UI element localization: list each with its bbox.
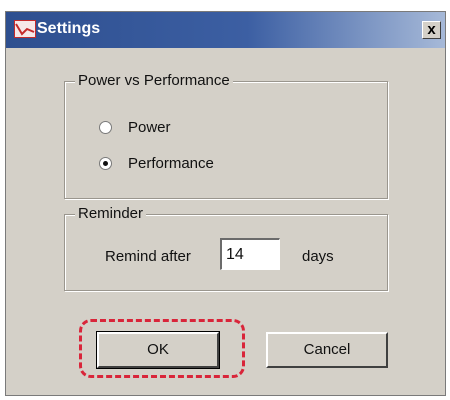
cancel-button[interactable]: Cancel [266, 332, 388, 368]
radio-label-power: Power [128, 119, 171, 136]
title-bar[interactable]: Settings x [6, 12, 445, 48]
chart-icon [14, 20, 36, 38]
radio-circle-performance[interactable] [99, 157, 112, 170]
days-label: days [302, 248, 334, 265]
group-label-power-performance: Power vs Performance [75, 72, 233, 89]
remind-days-input[interactable] [220, 238, 280, 270]
radio-circle-power[interactable] [99, 121, 112, 134]
close-button[interactable]: x [422, 21, 441, 39]
dialog-title: Settings [37, 20, 101, 37]
radio-label-performance: Performance [128, 155, 214, 172]
remind-after-label: Remind after [105, 248, 191, 265]
power-performance-group: Power vs Performance Power Performance [64, 72, 388, 199]
reminder-group: Reminder Remind after days [64, 205, 388, 291]
group-label-reminder: Reminder [75, 205, 147, 222]
ok-highlight-annotation [79, 319, 245, 378]
radio-selected-dot [103, 161, 108, 166]
